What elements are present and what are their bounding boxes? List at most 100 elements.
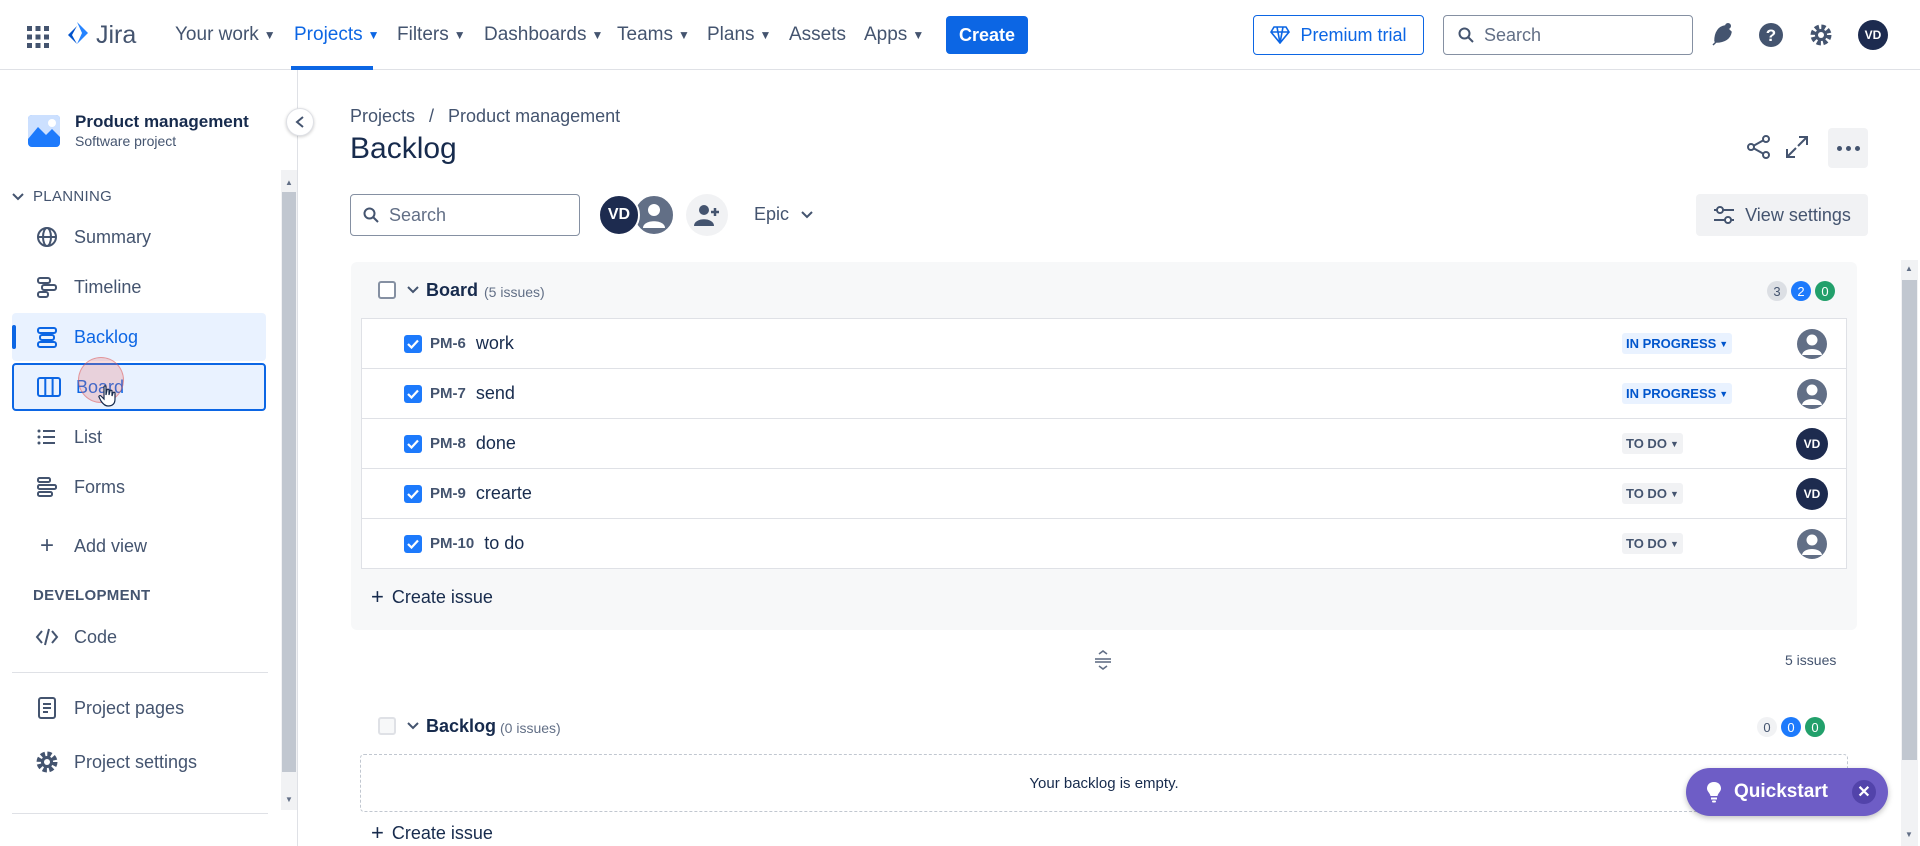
help-icon[interactable]: ? xyxy=(1758,22,1784,48)
nav-plans[interactable]: Plans ▼ xyxy=(707,22,771,48)
more-actions-button[interactable] xyxy=(1828,128,1868,168)
nav-assets[interactable]: Assets xyxy=(789,22,846,48)
breadcrumb-project-link[interactable]: Product management xyxy=(448,106,620,127)
add-view-button[interactable]: + Add view xyxy=(12,522,266,570)
chevron-down-icon xyxy=(801,210,813,218)
person-icon xyxy=(643,204,665,228)
add-people-button[interactable] xyxy=(686,194,728,236)
person-icon xyxy=(1797,328,1827,359)
issue-row[interactable]: PM-9 crearte TO DO ▼ VD xyxy=(361,469,1847,519)
status-dropdown[interactable]: IN PROGRESS ▼ xyxy=(1622,333,1733,354)
issue-key[interactable]: PM-8 xyxy=(430,435,466,452)
nav-projects[interactable]: Projects ▼ xyxy=(294,22,380,48)
sidebar-item-backlog[interactable]: Backlog xyxy=(12,313,266,361)
issue-summary[interactable]: work xyxy=(476,333,514,354)
create-button[interactable]: Create xyxy=(946,16,1028,54)
collapse-group-chevron-icon[interactable] xyxy=(407,280,419,300)
view-settings-button[interactable]: View settings xyxy=(1696,194,1868,236)
issue-summary[interactable]: to do xyxy=(484,533,524,554)
backlog-search-input[interactable]: Search xyxy=(350,194,580,236)
filter-avatar-vd[interactable]: VD xyxy=(598,194,640,236)
sidebar-item-forms[interactable]: Forms xyxy=(12,463,266,511)
epic-filter-dropdown[interactable]: Epic xyxy=(754,204,813,225)
sidebar-scroll-thumb[interactable] xyxy=(282,192,296,772)
group-name[interactable]: Board xyxy=(426,280,478,301)
settings-gear-icon[interactable] xyxy=(1808,22,1834,48)
collapse-group-chevron-icon[interactable] xyxy=(407,716,419,736)
jira-logo[interactable]: Jira xyxy=(64,20,136,50)
main-scrollbar[interactable]: ▲ ▼ xyxy=(1901,260,1918,846)
main-scroll-thumb[interactable] xyxy=(1902,280,1917,760)
notifications-icon[interactable] xyxy=(1710,22,1734,48)
issue-row[interactable]: PM-7 send IN PROGRESS ▼ xyxy=(361,369,1847,419)
create-issue-button[interactable]: + Create issue xyxy=(371,584,493,610)
scroll-up-arrow-icon[interactable]: ▲ xyxy=(285,178,293,187)
issue-row[interactable]: PM-8 done TO DO ▼ VD xyxy=(361,419,1847,469)
issue-summary[interactable]: done xyxy=(476,433,516,454)
scroll-down-arrow-icon[interactable]: ▼ xyxy=(1905,830,1913,839)
issue-summary[interactable]: send xyxy=(476,383,515,404)
assignee-unassigned-avatar[interactable] xyxy=(1796,378,1828,410)
issue-type-task-icon xyxy=(404,534,422,553)
share-icon[interactable] xyxy=(1746,134,1772,160)
nav-dashboards[interactable]: Dashboards ▼ xyxy=(484,22,603,48)
chevron-down-icon: ▼ xyxy=(1669,438,1679,449)
sidebar-item-label: Timeline xyxy=(74,276,142,297)
sidebar-item-summary[interactable]: Summary xyxy=(12,213,266,261)
sidebar-item-timeline[interactable]: Timeline xyxy=(12,263,266,311)
sidebar-item-board[interactable]: Board xyxy=(12,363,266,411)
status-dropdown[interactable]: TO DO ▼ xyxy=(1622,533,1683,554)
assignee-unassigned-avatar[interactable] xyxy=(1796,528,1828,560)
create-issue-button[interactable]: + Create issue xyxy=(371,820,493,846)
scroll-down-arrow-icon[interactable]: ▼ xyxy=(285,795,293,804)
global-search-input[interactable]: Search xyxy=(1443,15,1693,55)
sidebar-item-list[interactable]: List xyxy=(12,413,266,461)
sidebar-item-label: Project settings xyxy=(74,751,198,772)
issue-row[interactable]: PM-10 to do TO DO ▼ xyxy=(361,519,1847,569)
jira-logo-icon xyxy=(68,22,88,44)
sidebar-item-project-pages[interactable]: Project pages xyxy=(12,684,266,732)
nav-your-work[interactable]: Your work ▼ xyxy=(175,22,276,48)
scroll-up-arrow-icon[interactable]: ▲ xyxy=(1905,264,1913,273)
close-quickstart-icon[interactable]: ✕ xyxy=(1852,780,1876,804)
status-dropdown[interactable]: TO DO ▼ xyxy=(1622,483,1683,504)
issue-key[interactable]: PM-7 xyxy=(430,385,466,402)
nav-label: Projects xyxy=(294,24,363,45)
group-name[interactable]: Backlog xyxy=(426,716,496,737)
issue-key[interactable]: PM-9 xyxy=(430,485,466,502)
status-dropdown[interactable]: IN PROGRESS ▼ xyxy=(1622,383,1733,404)
search-placeholder: Search xyxy=(389,204,447,225)
todo-count: 0 xyxy=(1757,717,1777,737)
issue-row[interactable]: PM-6 work IN PROGRESS ▼ xyxy=(361,319,1847,369)
resize-handle-icon[interactable] xyxy=(1093,650,1113,670)
premium-trial-button[interactable]: Premium trial xyxy=(1253,15,1424,55)
nav-filters[interactable]: Filters ▼ xyxy=(397,22,466,48)
search-icon xyxy=(363,207,379,223)
breadcrumb: Projects / Product management xyxy=(350,106,620,127)
quickstart-button[interactable]: Quickstart ✕ xyxy=(1686,768,1888,816)
plus-icon: + xyxy=(371,820,384,845)
issue-key[interactable]: PM-6 xyxy=(430,335,466,352)
nav-teams[interactable]: Teams ▼ xyxy=(617,22,690,48)
issue-type-task-icon xyxy=(404,384,422,403)
assignee-avatar[interactable]: VD xyxy=(1796,477,1828,510)
sidebar-scrollbar[interactable]: ▲ ▼ xyxy=(281,170,297,810)
issue-summary[interactable]: crearte xyxy=(476,483,532,504)
chevron-down-icon: ▼ xyxy=(1719,388,1729,399)
assignee-avatar[interactable]: VD xyxy=(1796,427,1828,460)
planning-section-header[interactable]: PLANNING xyxy=(12,188,112,205)
top-navigation: Jira Your work ▼ Projects ▼ Filters ▼ Dashb… xyxy=(0,0,1920,70)
status-dropdown[interactable]: TO DO ▼ xyxy=(1622,433,1683,454)
select-all-checkbox[interactable] xyxy=(378,717,396,735)
nav-apps[interactable]: Apps ▼ xyxy=(864,22,924,48)
sidebar-item-code[interactable]: Code xyxy=(12,613,266,661)
expand-fullscreen-icon[interactable] xyxy=(1784,134,1810,160)
globe-icon xyxy=(34,226,60,248)
issue-key[interactable]: PM-10 xyxy=(430,535,474,552)
assignee-unassigned-avatar[interactable] xyxy=(1796,328,1828,360)
sidebar-item-project-settings[interactable]: Project settings xyxy=(12,738,266,786)
user-avatar[interactable]: VD xyxy=(1858,20,1888,50)
app-switcher-icon[interactable] xyxy=(27,26,49,48)
select-all-checkbox[interactable] xyxy=(378,281,396,299)
breadcrumb-projects-link[interactable]: Projects xyxy=(350,106,415,127)
